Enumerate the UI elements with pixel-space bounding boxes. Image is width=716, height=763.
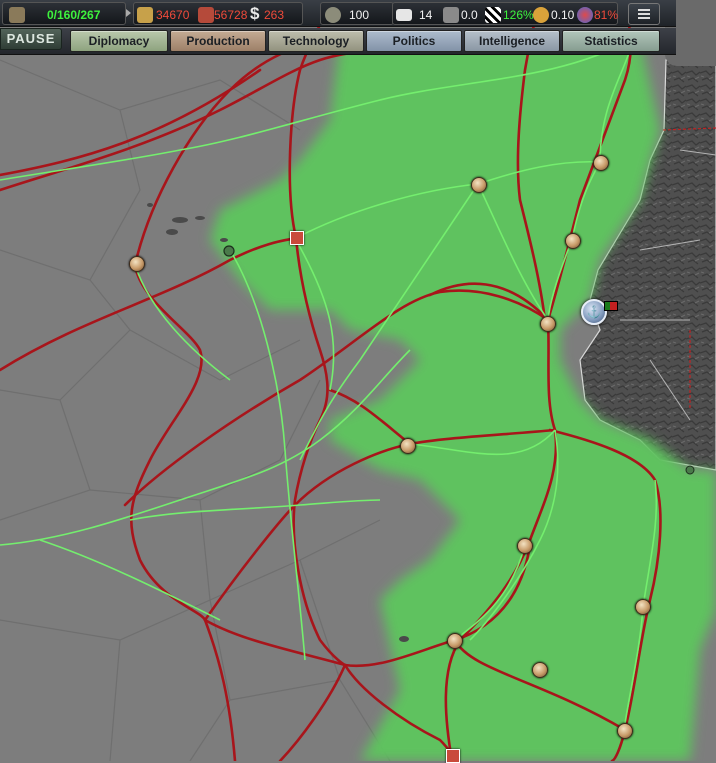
tab-intelligence-label: Intelligence [478,34,546,48]
menu-icon [638,9,650,19]
resource-bar: 0/160/267 34670 56728 $ 263 100 14 0.0 1… [0,0,676,27]
diplomats-icon [396,9,412,21]
location-marker-icon[interactable] [129,256,145,272]
unity-icon [577,7,593,23]
unity-value: 81% [594,8,619,22]
location-marker-icon[interactable] [517,538,533,554]
location-marker-icon[interactable] [635,599,651,615]
tab-politics[interactable]: Politics [366,30,462,52]
tab-intelligence[interactable]: Intelligence [464,30,560,52]
pause-button[interactable]: PAUSE [0,28,62,50]
ship-marker-icon[interactable] [685,465,695,475]
tab-diplomacy[interactable]: Diplomacy [70,30,168,52]
location-marker-icon[interactable] [593,155,609,171]
tab-production-label: Production [186,34,250,48]
ship-marker-icon[interactable] [223,245,235,257]
world-map[interactable] [0,0,716,761]
manpower-value: 0/160/267 [47,8,101,22]
location-marker-icon[interactable] [447,633,463,649]
nukes-value: 0.10 [551,8,575,22]
money-icon: $ [250,4,260,23]
flag-icon [604,301,618,311]
manpower-slot[interactable]: 0/160/267 [2,2,126,25]
tab-production[interactable]: Production [170,30,266,52]
arrow-right-icon [126,9,131,17]
tab-diplomacy-label: Diplomacy [88,34,150,48]
location-marker-icon[interactable] [400,438,416,454]
officers-value: 100 [349,8,370,22]
location-marker-icon[interactable] [471,177,487,193]
tab-statistics[interactable]: Statistics [562,30,660,52]
diplomats-value: 14 [419,8,433,22]
espionage-icon [443,7,459,23]
main-menu-button[interactable] [628,3,660,25]
dissent-value: 126% [503,8,534,22]
officer-icon [325,7,341,23]
officers-slot[interactable]: 100 [320,2,394,25]
tab-technology[interactable]: Technology [268,30,364,52]
espionage-value: 0.0 [461,8,478,22]
money-value: 263 [264,8,285,22]
tab-technology-label: Technology [282,34,350,48]
tab-bar: Diplomacy Production Technology Politics… [0,28,676,55]
location-marker-icon[interactable] [540,316,556,332]
metal-icon [198,7,214,23]
tab-politics-label: Politics [392,34,436,48]
tab-statistics-label: Statistics [584,34,638,48]
location-marker-icon[interactable] [617,723,633,739]
location-marker-icon[interactable] [565,233,581,249]
location-marker-icon[interactable] [532,662,548,678]
pause-label: PAUSE [6,31,56,46]
energy-value: 34670 [156,8,190,22]
nuke-icon [533,7,549,23]
manpower-icon [9,7,25,23]
hq-marker-icon[interactable] [290,231,304,245]
commodities-slot[interactable]: 34670 56728 $ 263 [133,2,303,25]
stats-slot[interactable]: 14 0.0 126% 0.10 81% [392,2,618,25]
metal-value: 56728 [214,8,248,22]
dissent-icon [485,7,501,23]
energy-icon [137,7,153,23]
